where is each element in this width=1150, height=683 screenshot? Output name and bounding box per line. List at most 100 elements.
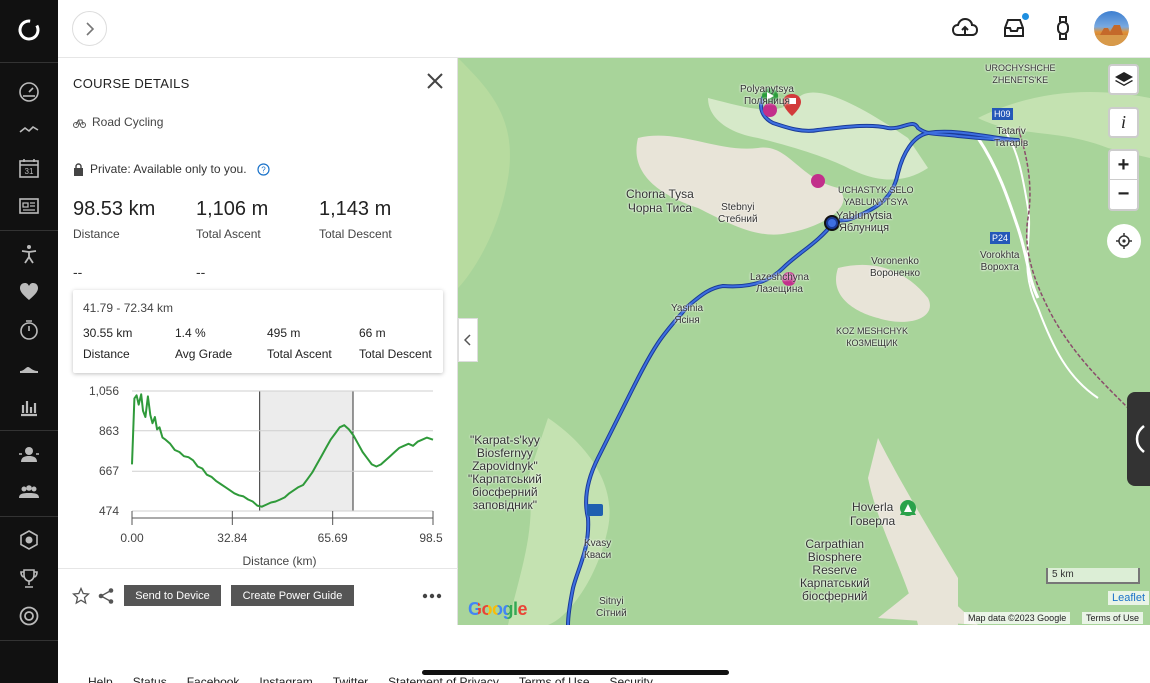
map-label-stebnyi: Stebnyi Стебний: [718, 202, 758, 225]
footer-link-twitter[interactable]: Twitter: [333, 675, 368, 683]
map-info-button[interactable]: i: [1108, 107, 1139, 138]
stat-label: Total Ascent: [196, 227, 261, 241]
stat-label: Avg Grade: [175, 347, 233, 361]
layers-button[interactable]: [1108, 64, 1139, 95]
map-scale: 5 km: [1046, 568, 1140, 584]
chevron-left-icon: [464, 334, 471, 346]
sidebar-separator: [0, 640, 58, 641]
stat-label: Distance: [83, 347, 130, 361]
elevation-chart[interactable]: 1,056 863 667 4740.00 32.84 65.69 98.5 Distance…: [58, 378, 458, 570]
create-power-guide-button[interactable]: Create Power Guide: [231, 585, 354, 606]
more-options-icon[interactable]: [422, 593, 442, 599]
sidebar-separator: [0, 62, 58, 63]
footer-link-facebook[interactable]: Facebook: [187, 675, 240, 683]
calendar-icon[interactable]: 31: [17, 156, 41, 180]
y-tick-label: 474: [99, 504, 119, 518]
gear-shoe-icon[interactable]: [17, 356, 41, 380]
map-label-hoverla: Hoverla Говерла: [850, 500, 896, 528]
footer-link-security[interactable]: Security: [610, 675, 653, 683]
sidebar-separator: [0, 516, 58, 517]
x-tick-label: 32.84: [217, 531, 247, 545]
health-heart-icon[interactable]: [17, 280, 41, 304]
stat-total-ascent: 1,106 m Total Ascent: [196, 198, 268, 241]
side-drawer-handle[interactable]: [1127, 392, 1150, 486]
sidebar-separator: [0, 230, 58, 231]
top-bar: [58, 0, 1150, 58]
map-label-chorna-tysa: Chorna Tysa Чорна Тиса: [626, 187, 694, 215]
activities-icon[interactable]: [17, 118, 41, 142]
map-label-polyanytsya: Polyanytsya Поляниця: [740, 84, 794, 107]
map-label-kvasy: Kvasy Кваси: [584, 538, 612, 561]
stat-value: 1,143 m: [319, 198, 392, 220]
dashboard-icon[interactable]: [17, 80, 41, 104]
page-footer: Help Status Facebook Instagram Twitter S…: [58, 625, 1150, 683]
expand-sidebar-button[interactable]: [72, 11, 107, 46]
panel-title: COURSE DETAILS: [73, 76, 190, 91]
map-label-koz-meshchyk: KOZ MESHCHYK КОЗМЕЩИК: [836, 326, 909, 348]
sidebar-separator: [0, 430, 58, 431]
help-circle-icon[interactable]: ?: [256, 162, 270, 176]
leaflet-link[interactable]: Leaflet: [1108, 591, 1150, 605]
footer-link-help[interactable]: Help: [88, 675, 113, 683]
stat-total-descent: 1,143 m Total Descent: [319, 198, 392, 241]
app-logo-icon[interactable]: [17, 18, 41, 42]
zoom-in-button[interactable]: +: [1110, 151, 1137, 180]
training-icon[interactable]: [17, 242, 41, 266]
panel-footer: Send to Device Create Power Guide: [58, 568, 458, 625]
course-details-panel: COURSE DETAILS Road Cycling Private: Ava…: [58, 58, 458, 625]
device-watch-icon[interactable]: [1049, 14, 1077, 42]
groups-icon[interactable]: [17, 480, 41, 504]
layers-icon: [1114, 71, 1133, 86]
map-label-karpatskyy: "Karpat-s'kyy Biosfernyy Zapovidnyk" "Ка…: [468, 433, 542, 512]
stopwatch-icon[interactable]: [17, 318, 41, 342]
collapse-panel-button[interactable]: [458, 318, 478, 362]
share-icon[interactable]: [97, 587, 115, 605]
placeholder-value: --: [73, 264, 83, 280]
map-view[interactable]: Polyanytsya Поляниця UROCHYSHCHE ZHENETS…: [458, 58, 1150, 625]
stat-value: 30.55 km: [83, 326, 133, 340]
stat-distance: 98.53 km Distance: [73, 198, 155, 241]
send-to-device-button[interactable]: Send to Device: [124, 585, 221, 606]
footer-link-terms[interactable]: Terms of Use: [519, 675, 590, 683]
close-icon[interactable]: [424, 70, 446, 92]
map-label-tatariv: Tatariv Татарів: [994, 126, 1029, 149]
map-label-carpathian: Carpathian Biosphere Reserve Карпатський…: [800, 537, 870, 603]
stat-value: 1.4 %: [175, 326, 206, 340]
road-shield-p24: P24: [990, 232, 1011, 244]
footer-link-status[interactable]: Status: [133, 675, 167, 683]
challenges-trophy-icon[interactable]: [17, 566, 41, 590]
activity-type-label: Road Cycling: [92, 115, 164, 129]
privacy-status: Private: Available only to you. ?: [73, 162, 270, 176]
selection-stat-grade: 1.4 % Avg Grade: [175, 323, 232, 365]
badges-icon[interactable]: [17, 528, 41, 552]
connect-iq-icon[interactable]: [17, 604, 41, 628]
selection-summary: 41.79 - 72.34 km 30.55 km Distance 1.4 %…: [73, 290, 443, 373]
reports-icon[interactable]: [17, 394, 41, 418]
notification-badge: [1022, 13, 1029, 20]
locate-button[interactable]: [1107, 224, 1141, 258]
x-tick-label: 98.5: [419, 531, 443, 545]
upload-cloud-icon[interactable]: [951, 14, 979, 42]
star-favorite-icon[interactable]: [72, 587, 90, 605]
stat-value: 66 m: [359, 326, 386, 340]
selection-band: [259, 391, 353, 511]
news-icon[interactable]: [17, 194, 41, 218]
selection-stat-ascent: 495 m Total Ascent: [267, 323, 332, 365]
map-label-urochyshche: UROCHYSHCHE ZHENETS'KE: [985, 63, 1056, 85]
selection-range: 41.79 - 72.34 km: [83, 301, 174, 315]
info-icon: i: [1120, 112, 1126, 132]
stat-value: 495 m: [267, 326, 301, 340]
stat-value: 1,106 m: [196, 198, 269, 220]
stat-label: Total Descent: [319, 227, 392, 241]
connections-icon[interactable]: [17, 442, 41, 466]
footer-link-instagram[interactable]: Instagram: [259, 675, 312, 683]
footer-link-privacy[interactable]: Statement of Privacy: [388, 675, 499, 683]
sidebar: 31: [0, 0, 58, 683]
x-axis-label: Distance (km): [242, 554, 316, 568]
avatar[interactable]: [1094, 11, 1129, 46]
stat-label: Total Descent: [359, 347, 432, 361]
terms-of-use-link[interactable]: Terms of Use: [1082, 612, 1144, 624]
bracket-left-icon: [1135, 425, 1145, 453]
zoom-out-button[interactable]: −: [1110, 180, 1137, 209]
footer-links: Help Status Facebook Instagram Twitter S…: [88, 675, 653, 683]
